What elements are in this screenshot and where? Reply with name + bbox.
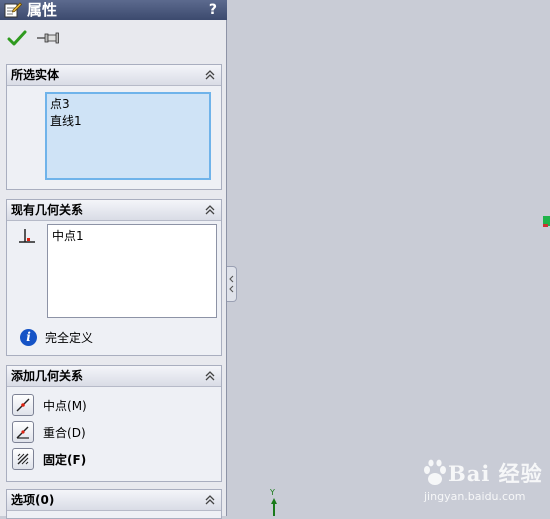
panel-title-bar: 属性 ? bbox=[0, 0, 227, 20]
list-item[interactable]: 直线1 bbox=[50, 113, 206, 130]
relation-label: 重合(D) bbox=[43, 426, 86, 440]
collapse-chevron-icon[interactable] bbox=[205, 370, 215, 382]
options-group: 选项(0) bbox=[6, 489, 222, 519]
relation-label: 固定(F) bbox=[43, 453, 87, 467]
splitter-arrows-icon bbox=[229, 275, 234, 293]
watermark-url: jingyan.baidu.com bbox=[424, 490, 526, 503]
group-title: 现有几何关系 bbox=[11, 203, 84, 217]
midpoint-button[interactable] bbox=[12, 394, 34, 416]
fix-button[interactable] bbox=[12, 448, 34, 470]
info-icon: i bbox=[20, 329, 37, 346]
group-header[interactable]: 添加几何关系 bbox=[7, 366, 221, 387]
checkmark-ok-icon[interactable] bbox=[7, 29, 27, 47]
group-header[interactable]: 现有几何关系 bbox=[7, 200, 221, 221]
group-header[interactable]: 选项(0) bbox=[7, 490, 221, 511]
coincident-relation-icon bbox=[16, 426, 29, 439]
group-header[interactable]: 所选实体 bbox=[7, 65, 221, 86]
axis-triad-icon: Y bbox=[266, 488, 282, 516]
coincident-button[interactable] bbox=[12, 421, 34, 443]
property-manager-panel: 属性 ? 所选实体 点3 直线1 现有几何关系 中点1 i 完全定义 添加几何关… bbox=[0, 0, 227, 519]
graphics-viewport[interactable] bbox=[236, 0, 550, 516]
existing-relations-list[interactable]: 中点1 bbox=[47, 224, 217, 318]
selected-entities-list[interactable]: 点3 直线1 bbox=[45, 92, 211, 180]
midpoint-relation-icon bbox=[16, 398, 30, 412]
properties-icon bbox=[4, 2, 22, 18]
action-bar bbox=[0, 26, 227, 52]
pushpin-icon[interactable] bbox=[36, 31, 60, 45]
sketch-point-marker[interactable] bbox=[543, 216, 550, 228]
help-icon[interactable]: ? bbox=[209, 0, 217, 20]
list-item[interactable]: 中点1 bbox=[52, 228, 212, 244]
existing-relations-group: 现有几何关系 中点1 i 完全定义 bbox=[6, 199, 222, 356]
selected-entities-group: 所选实体 点3 直线1 bbox=[6, 64, 222, 190]
baidu-watermark: Bai 经验 jingyan.baidu.com bbox=[420, 456, 548, 516]
collapse-chevron-icon[interactable] bbox=[205, 494, 215, 506]
relation-type-icon bbox=[19, 229, 35, 243]
fix-relation-icon bbox=[17, 453, 29, 465]
collapse-chevron-icon[interactable] bbox=[205, 69, 215, 81]
watermark-brand: Bai 经验 bbox=[448, 461, 543, 486]
group-title: 选项(0) bbox=[11, 493, 55, 507]
group-title: 所选实体 bbox=[11, 68, 60, 82]
collapse-chevron-icon[interactable] bbox=[205, 204, 215, 216]
definition-status: 完全定义 bbox=[45, 331, 94, 345]
panel-title: 属性 bbox=[27, 1, 58, 19]
relation-label: 中点(M) bbox=[43, 399, 87, 413]
paw-logo-icon bbox=[424, 459, 446, 485]
add-relations-group: 添加几何关系 中点(M) 重合(D) 固定(F) bbox=[6, 365, 222, 482]
group-title: 添加几何关系 bbox=[11, 369, 84, 383]
list-item[interactable]: 点3 bbox=[50, 96, 206, 113]
